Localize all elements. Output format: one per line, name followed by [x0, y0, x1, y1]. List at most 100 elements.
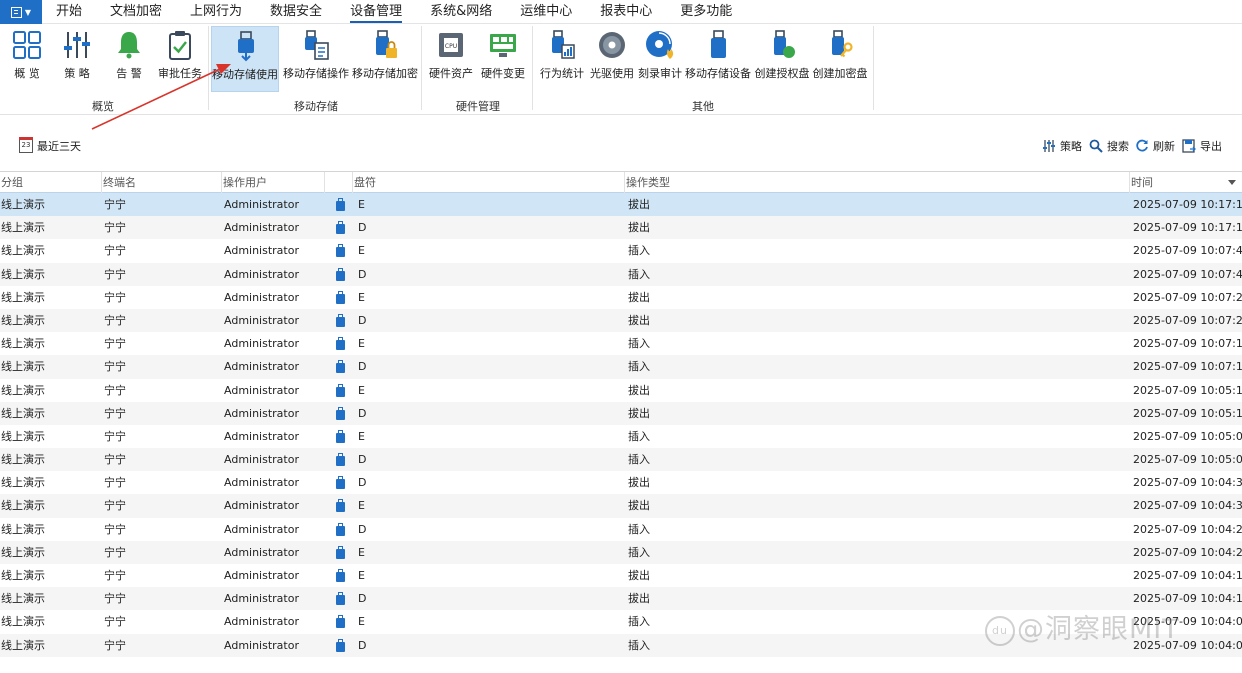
table-row[interactable]: 线上演示 宁宁 Administrator E 插入 2025-07-09 10:07:1… — [0, 332, 1242, 355]
table-row[interactable]: 线上演示 宁宁 Administrator E 拔出 2025-07-09 10:04:3… — [0, 494, 1242, 518]
usb-drive-icon — [336, 221, 345, 235]
storage-encryption-label: 移动存储加密 — [352, 67, 418, 80]
cell-time: 2025-07-09 10:07:43 — [1133, 244, 1242, 258]
hardware-asset-label: 硬件资产 — [429, 67, 473, 80]
table-row[interactable]: 线上演示 宁宁 Administrator D 插入 2025-07-09 10:07:4… — [0, 262, 1242, 286]
behavior-stats-button[interactable]: 行为统计 — [538, 26, 586, 92]
hardware-asset-button[interactable]: CPU 硬件资产 — [427, 26, 475, 92]
cell-op-type: 插入 — [628, 545, 650, 559]
cell-drive: E — [358, 198, 365, 211]
cell-drive: E — [358, 615, 365, 629]
policy-button[interactable]: 策 略 — [56, 26, 98, 92]
cell-time: 2025-07-09 10:05:13 — [1133, 406, 1242, 420]
date-range-button[interactable]: 23 最近三天 — [19, 137, 81, 154]
storage-operation-button[interactable]: 移动存储操作 — [282, 26, 350, 92]
cell-time: 2025-07-09 10:07:43 — [1133, 267, 1242, 281]
calendar-icon: 23 — [19, 137, 33, 153]
table-row[interactable]: 线上演示 宁宁 Administrator D 插入 2025-07-09 10:05:0… — [0, 448, 1242, 472]
table-row[interactable]: 线上演示 宁宁 Administrator E 拔出 2025-07-09 10:05:1… — [0, 379, 1242, 402]
export-button[interactable]: 导出 — [1182, 138, 1222, 154]
cell-op-type: 插入 — [628, 638, 650, 652]
usb-body — [336, 386, 345, 397]
tab-web-behavior[interactable]: 上网行为 — [176, 0, 256, 24]
cell-terminal: 宁宁 — [104, 360, 126, 374]
burn-audit-button[interactable]: 刻录审计 — [636, 26, 684, 92]
storage-device-button[interactable]: 移动存储设备 — [685, 26, 751, 92]
usb-body — [336, 293, 345, 304]
cell-time: 2025-07-09 10:04:39 — [1133, 476, 1242, 490]
create-auth-disk-button[interactable]: 创建授权盘 — [754, 26, 810, 92]
create-auth-disk-label: 创建授权盘 — [754, 67, 810, 80]
table-row[interactable]: 线上演示 宁宁 Administrator D 插入 2025-07-09 10:04:2… — [0, 518, 1242, 541]
tab-start[interactable]: 开始 — [42, 0, 96, 24]
clipboard-check-icon — [169, 31, 191, 60]
usb-body — [336, 432, 345, 443]
table-row[interactable]: 线上演示 宁宁 Administrator E 拔出 2025-07-09 10:17:1… — [0, 193, 1242, 217]
usb-drive-icon — [336, 290, 345, 304]
storage-use-button[interactable]: 移动存储使用 — [211, 26, 279, 92]
cell-op-type: 插入 — [628, 522, 650, 536]
table-row[interactable]: 线上演示 宁宁 Administrator E 拔出 2025-07-09 10:07:2… — [0, 286, 1242, 309]
app-menu-button[interactable]: ▼ — [0, 0, 42, 24]
cell-op-type: 插入 — [628, 429, 650, 443]
tab-data-security[interactable]: 数据安全 — [256, 0, 336, 24]
table-row[interactable]: 线上演示 宁宁 Administrator D 拔出 2025-07-09 10:07:2… — [0, 308, 1242, 333]
cell-time: 2025-07-09 10:04:39 — [1133, 499, 1242, 513]
policy-toolbar-button[interactable]: 策略 — [1042, 138, 1082, 154]
usb-body — [336, 409, 345, 420]
alarm-label: 告 警 — [116, 67, 142, 80]
usb-body — [336, 224, 345, 235]
column-header-group[interactable]: 分组 — [0, 172, 101, 194]
table-row[interactable]: 线上演示 宁宁 Administrator D 拔出 2025-07-09 10:17:1… — [0, 216, 1242, 240]
cell-op-type: 插入 — [628, 360, 650, 374]
column-header-user[interactable]: 操作用户 — [221, 172, 324, 194]
cell-time: 2025-07-09 10:07:19 — [1133, 337, 1242, 351]
refresh-button[interactable]: 刷新 — [1135, 138, 1175, 154]
column-header-device-icon[interactable] — [324, 172, 352, 194]
storage-usage-table: 分组 终端名 操作用户 盘符 操作类型 时间 线上演示 宁宁 Administrat… — [0, 171, 1242, 657]
approval-task-button[interactable]: 审批任务 — [156, 26, 204, 92]
table-row[interactable]: 线上演示 宁宁 Administrator D 插入 2025-07-09 10:07:1… — [0, 355, 1242, 379]
table-row[interactable]: 线上演示 宁宁 Administrator E 插入 2025-07-09 10:05:0… — [0, 425, 1242, 448]
hardware-change-button[interactable]: 硬件变更 — [479, 26, 527, 92]
tab-system-network[interactable]: 系统&网络 — [416, 0, 506, 24]
table-row[interactable]: 线上演示 宁宁 Administrator E 插入 2025-07-09 10:07:4… — [0, 239, 1242, 262]
search-button[interactable]: 搜索 — [1089, 138, 1129, 154]
tab-report-center[interactable]: 报表中心 — [586, 0, 666, 24]
table-row[interactable]: 线上演示 宁宁 Administrator E 拔出 2025-07-09 10:04:1… — [0, 564, 1242, 587]
cell-group: 线上演示 — [1, 453, 45, 467]
tab-ops-center[interactable]: 运维中心 — [506, 0, 586, 24]
cell-drive: E — [358, 499, 365, 513]
cell-terminal: 宁宁 — [104, 615, 126, 629]
usb-drive-icon — [336, 429, 345, 443]
create-encrypted-disk-button[interactable]: 创建加密盘 — [813, 26, 868, 92]
cell-user: Administrator — [224, 592, 299, 606]
group-separator — [873, 26, 874, 110]
cell-drive: D — [358, 313, 367, 327]
chevron-down-icon: ▼ — [24, 7, 32, 17]
table-row[interactable]: 线上演示 宁宁 Administrator D 拔出 2025-07-09 10:05:1… — [0, 401, 1242, 425]
table-row[interactable]: 线上演示 宁宁 Administrator E 插入 2025-07-09 10:04:2… — [0, 540, 1242, 564]
overview-button[interactable]: 概 览 — [6, 26, 48, 92]
tab-more-functions[interactable]: 更多功能 — [666, 0, 746, 24]
column-header-time[interactable]: 时间 — [1129, 172, 1242, 194]
cell-op-type: 拔出 — [628, 476, 650, 490]
cell-op-type: 插入 — [628, 267, 650, 281]
usb-drive-document-icon — [305, 30, 329, 60]
cell-group: 线上演示 — [1, 337, 45, 351]
group-separator — [532, 26, 533, 110]
alarm-button[interactable]: 告 警 — [108, 26, 150, 92]
tab-doc-encryption[interactable]: 文档加密 — [96, 0, 176, 24]
optical-drive-button[interactable]: 光驱使用 — [588, 26, 636, 92]
cell-group: 线上演示 — [1, 638, 45, 652]
tab-device-management[interactable]: 设备管理 — [336, 0, 416, 24]
table-row[interactable]: 线上演示 宁宁 Administrator D 拔出 2025-07-09 10:04:3… — [0, 471, 1242, 494]
column-header-drive[interactable]: 盘符 — [352, 172, 624, 194]
column-header-op-type[interactable]: 操作类型 — [624, 172, 1129, 194]
cell-op-type: 插入 — [628, 453, 650, 467]
cell-terminal: 宁宁 — [104, 453, 126, 467]
column-header-terminal[interactable]: 终端名 — [101, 172, 221, 194]
cell-group: 线上演示 — [1, 383, 45, 397]
watermark-logo: du — [985, 615, 1015, 646]
storage-encryption-button[interactable]: 移动存储加密 — [351, 26, 419, 92]
